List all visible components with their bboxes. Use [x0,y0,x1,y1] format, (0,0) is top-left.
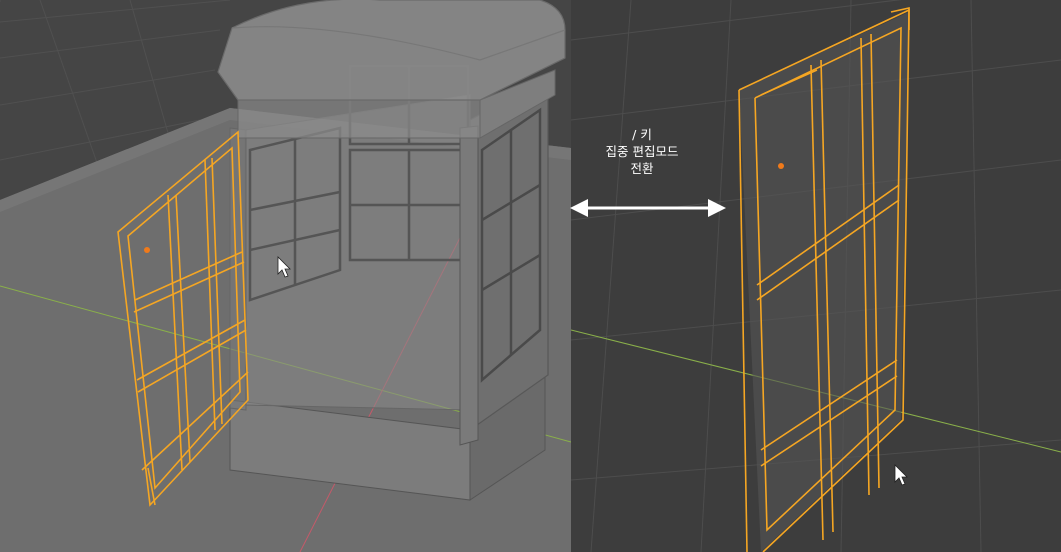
origin-dot-icon [144,247,150,253]
phone-booth-model[interactable] [217,0,566,501]
left-3d-viewport[interactable] [0,0,571,552]
origin-dot-icon [778,163,784,169]
shortcut-result-text: 전환 [630,161,654,176]
shortcut-action-text: 집중 편집모드 [605,144,679,159]
right-3d-viewport[interactable] [571,0,1061,552]
double-headed-arrow-icon [570,199,726,217]
shortcut-annotation: / 키 집중 편집모드 전환 [582,126,702,177]
mouse-cursor-icon [894,464,908,486]
isolated-window-frame[interactable] [738,7,910,552]
shortcut-key-text: / 키 [632,127,652,142]
left-scene-canvas[interactable] [0,0,571,552]
right-scene-canvas[interactable] [571,0,1061,552]
